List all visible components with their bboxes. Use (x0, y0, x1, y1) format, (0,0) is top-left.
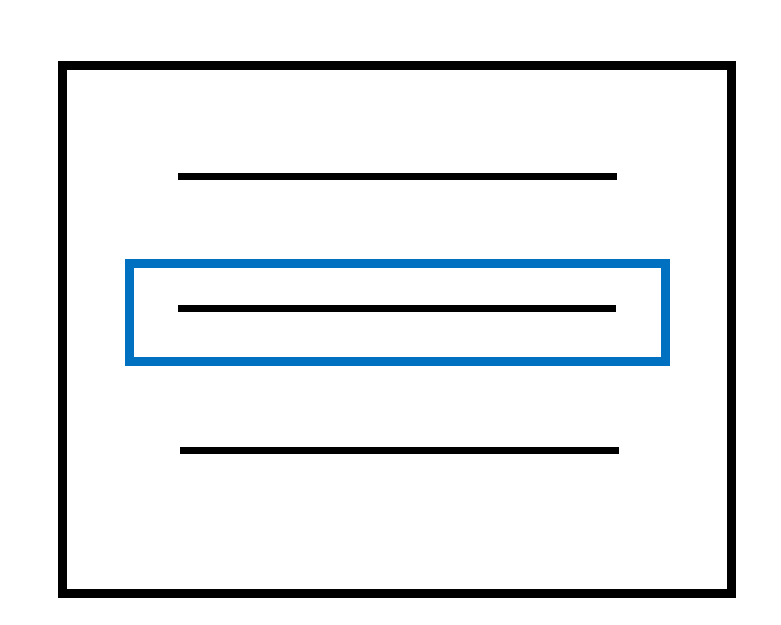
diagram-canvas (0, 0, 781, 625)
text-line-1 (178, 173, 617, 180)
text-line-3 (180, 447, 619, 454)
selected-line-highlight (125, 259, 670, 366)
